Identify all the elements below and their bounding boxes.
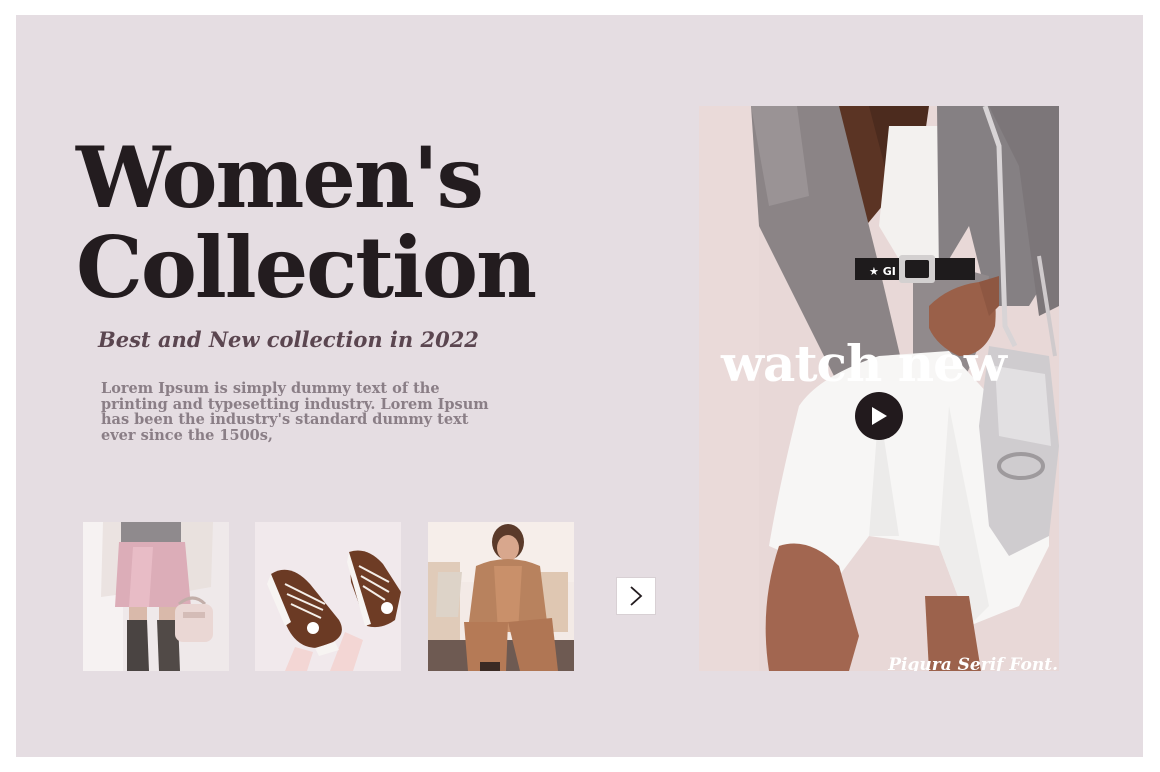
hero-video-card[interactable]: ★ GI watch new Pigura Serif Font.: [699, 106, 1059, 671]
play-button[interactable]: [855, 392, 903, 440]
photo-pink-skirt-boots-handbag: [83, 522, 229, 671]
hero-overlay-text: watch new: [721, 334, 1007, 393]
title-line-2: Collection: [76, 218, 537, 317]
svg-text:★ GI: ★ GI: [869, 265, 896, 278]
photo-brown-sneakers: [255, 522, 401, 671]
description-text: Lorem Ipsum is simply dummy text of the …: [101, 380, 489, 444]
play-icon: [872, 407, 887, 425]
photo-camel-coat-seated: [428, 522, 574, 671]
thumbnail-2[interactable]: [255, 522, 401, 671]
chevron-right-icon: [630, 586, 643, 606]
title-line-1: Women's: [76, 128, 484, 227]
page-canvas: Women's Collection Best and New collecti…: [16, 15, 1143, 757]
subtitle: Best and New collection in 2022: [98, 327, 479, 352]
font-label: Pigura Serif Font.: [888, 655, 1058, 671]
thumbnail-3[interactable]: [428, 522, 574, 671]
page-title: Women's Collection: [76, 128, 537, 317]
next-button[interactable]: [616, 577, 656, 615]
thumbnail-1[interactable]: [83, 522, 229, 671]
